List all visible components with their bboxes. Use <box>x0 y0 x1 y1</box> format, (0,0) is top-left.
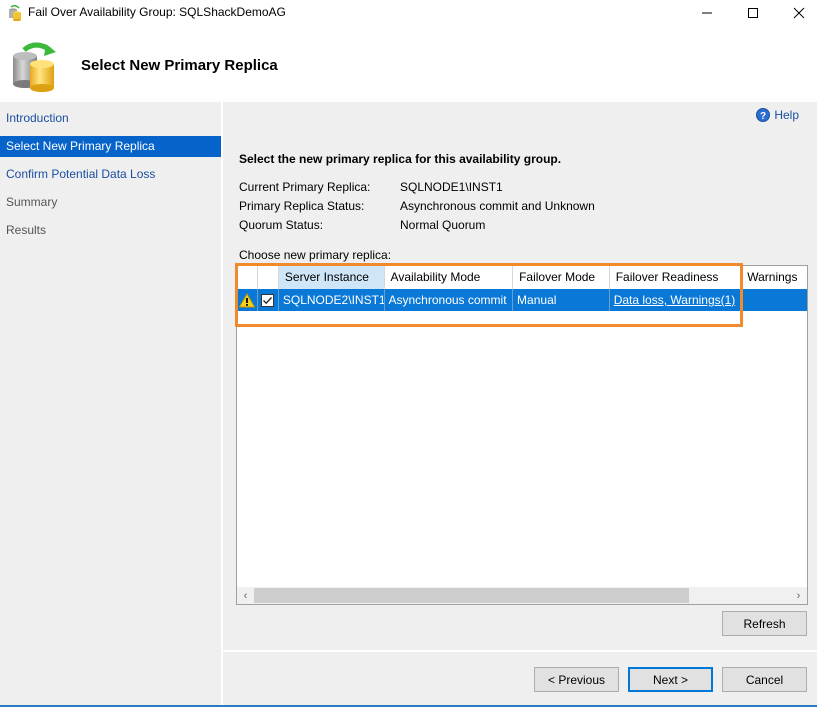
select-cell <box>258 289 279 311</box>
column-header-failover-mode[interactable]: Failover Mode <box>513 266 610 289</box>
select-replica-checkbox[interactable] <box>260 293 274 307</box>
minimize-icon <box>702 12 712 14</box>
next-button[interactable]: Next > <box>628 667 713 692</box>
wizard-footer: < Previous Next > Cancel <box>223 652 817 705</box>
window-title: Fail Over Availability Group: SQLShackDe… <box>28 5 286 19</box>
column-header-select <box>258 266 279 289</box>
info-value: Normal Quorum <box>400 218 486 232</box>
failover-readiness-link[interactable]: Data loss, Warnings(1) <box>610 289 742 311</box>
info-label: Quorum Status: <box>239 218 324 232</box>
warning-cell <box>237 289 258 311</box>
sidebar-item-summary: Summary <box>6 195 58 209</box>
cell-warnings <box>741 289 807 311</box>
close-button[interactable] <box>776 0 817 26</box>
info-label: Current Primary Replica: <box>239 180 371 194</box>
previous-button[interactable]: < Previous <box>534 667 619 692</box>
column-header-warning <box>237 266 258 289</box>
scrollbar-thumb[interactable] <box>254 588 689 603</box>
sidebar-item-select-new-primary-replica[interactable]: Select New Primary Replica <box>0 136 221 157</box>
choose-replica-label: Choose new primary replica: <box>239 248 392 262</box>
table-row[interactable]: SQLNODE2\INST1 Asynchronous commit Manua… <box>237 289 807 311</box>
column-header-failover-readiness[interactable]: Failover Readiness <box>610 266 742 289</box>
refresh-button[interactable]: Refresh <box>722 611 807 636</box>
cancel-button[interactable]: Cancel <box>722 667 807 692</box>
sidebar-item-results: Results <box>6 223 47 237</box>
grid-header: Server Instance Availability Mode Failov… <box>237 266 807 289</box>
cell-failover-mode: Manual <box>513 289 610 311</box>
column-header-availability-mode[interactable]: Availability Mode <box>385 266 514 289</box>
svg-text:?: ? <box>760 111 766 122</box>
wizard-content: ? Help Select the new primary replica fo… <box>223 102 817 650</box>
scroll-right-icon[interactable]: › <box>790 587 807 604</box>
column-header-server-instance[interactable]: Server Instance <box>278 266 385 289</box>
cell-availability-mode: Asynchronous commit <box>385 289 514 311</box>
sidebar-item-introduction[interactable]: Introduction <box>0 108 221 129</box>
page-title: Select New Primary Replica <box>81 57 278 74</box>
help-icon: ? <box>756 108 771 122</box>
close-icon <box>793 7 805 19</box>
title-bar: Fail Over Availability Group: SQLShackDe… <box>0 0 817 26</box>
column-header-warnings[interactable]: Warnings <box>741 266 807 289</box>
wizard-sidebar: Introduction Select New Primary Replica … <box>0 102 221 705</box>
maximize-button[interactable] <box>730 0 776 26</box>
wizard-header: Select New Primary Replica <box>0 26 817 102</box>
cell-server-instance: SQLNODE2\INST1 <box>279 289 385 311</box>
minimize-button[interactable] <box>684 0 730 26</box>
maximize-icon <box>748 8 758 18</box>
help-link[interactable]: ? Help <box>756 108 799 122</box>
info-label: Primary Replica Status: <box>239 199 365 213</box>
warning-icon <box>239 292 255 307</box>
replica-grid: Server Instance Availability Mode Failov… <box>236 265 808 605</box>
scroll-left-icon[interactable]: ‹ <box>237 587 254 604</box>
database-failover-icon <box>13 42 56 92</box>
app-icon <box>9 5 21 21</box>
instruction-text: Select the new primary replica for this … <box>239 152 562 166</box>
help-label: Help <box>774 108 799 122</box>
sidebar-item-confirm-potential-data-loss[interactable]: Confirm Potential Data Loss <box>0 164 221 185</box>
info-value: SQLNODE1\INST1 <box>400 180 503 194</box>
info-value: Asynchronous commit and Unknown <box>400 199 595 213</box>
horizontal-scrollbar[interactable]: ‹ › <box>237 587 807 604</box>
